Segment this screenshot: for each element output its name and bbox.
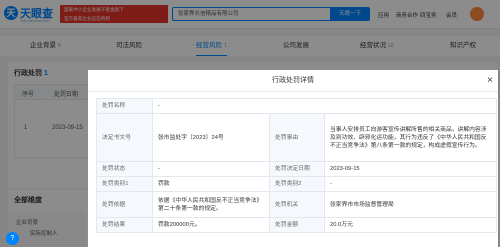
field-value: 依据《中华人民共和国反不正当竞争法》第二十条第一款的规定。 (152, 191, 270, 218)
table-row: 处罚类别1 罚款 处罚类别2 - (96, 176, 497, 192)
field-value: 罚款200000元。 (152, 217, 270, 233)
help-float-icon[interactable]: ? (6, 232, 19, 245)
field-label: 处罚依据 (96, 191, 153, 218)
table-row: 处罚依据 依据《中华人民共和国反不正当竞争法》第二十条第一款的规定。 处罚机关 … (96, 191, 497, 218)
field-value: 20.0万元 (324, 217, 497, 233)
field-label: 处罚结果 (96, 217, 153, 233)
field-value: - (324, 176, 497, 192)
table-row: 处罚状态 - 处罚决定日期 2023-09-15 (96, 161, 497, 177)
modal-title: 行政处罚详情 (88, 70, 498, 92)
field-label: 处罚事由 (269, 113, 325, 162)
field-value: - (152, 161, 270, 177)
penalty-detail-modal: 行政处罚详情 × 处罚名称 - 决定书文号 张市监处字〔2023〕24号 处罚事… (88, 70, 498, 247)
field-value: - (152, 98, 497, 114)
table-row: 处罚结果 罚款200000元。 处罚金额 20.0万元 (96, 217, 497, 233)
field-value: 张市监处字〔2023〕24号 (152, 113, 270, 162)
field-value: 当事人安排员工向游客宣传讲解所售的相关商品，讲解内容涉及到功效、辟邪化运功能，其… (324, 113, 497, 162)
field-label: 处罚类别2 (269, 176, 325, 192)
field-label: 处罚金额 (269, 217, 325, 233)
field-label: 处罚状态 (96, 161, 153, 177)
field-label: 处罚机关 (269, 191, 325, 218)
field-label: 处罚名称 (96, 98, 153, 114)
close-icon[interactable]: × (484, 75, 496, 87)
table-row: 处罚名称 - (96, 98, 497, 114)
table-row: 决定书文号 张市监处字〔2023〕24号 处罚事由 当事人安排员工向游客宣传讲解… (96, 113, 497, 162)
field-value: 2023-09-15 (324, 161, 497, 177)
field-label: 决定书文号 (96, 113, 153, 162)
field-value: 罚款 (152, 176, 270, 192)
detail-table: 处罚名称 - 决定书文号 张市监处字〔2023〕24号 处罚事由 当事人安排员工… (96, 98, 497, 233)
field-label: 处罚决定日期 (269, 161, 325, 177)
field-value: 张家界市市场监督管理局 (324, 191, 497, 218)
field-label: 处罚类别1 (96, 176, 153, 192)
